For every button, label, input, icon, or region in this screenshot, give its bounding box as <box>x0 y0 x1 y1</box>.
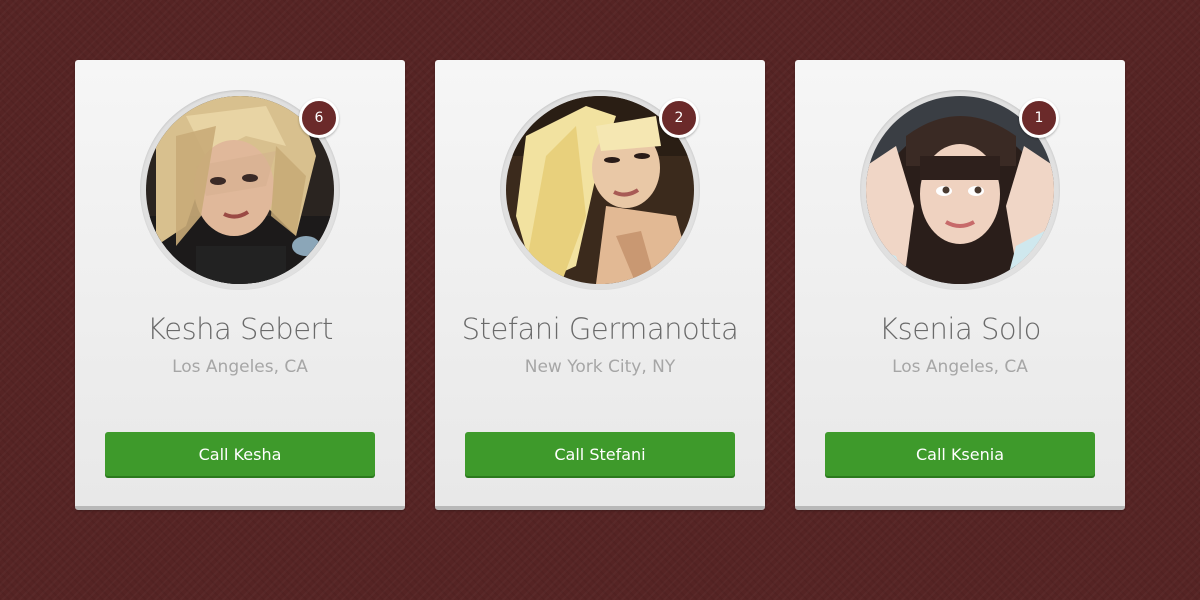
contact-name: Stefani Germanotta <box>461 312 739 346</box>
contact-location: Los Angeles, CA <box>172 357 308 377</box>
notification-badge: 6 <box>299 98 339 138</box>
call-stefani-button[interactable]: Call Stefani <box>465 432 735 476</box>
contact-name: Kesha Sebert <box>147 312 333 346</box>
contact-location: Los Angeles, CA <box>892 357 1028 377</box>
call-kesha-button[interactable]: Call Kesha <box>105 432 375 476</box>
notification-badge: 1 <box>1019 98 1059 138</box>
contact-name: Ksenia Solo <box>879 312 1041 346</box>
contact-card: 1 Ksenia Solo Los Angeles, CA Call Kseni… <box>795 60 1125 510</box>
contact-card: 2 Stefani Germanotta New York City, NY C… <box>435 60 765 510</box>
call-ksenia-button[interactable]: Call Ksenia <box>825 432 1095 476</box>
contact-cards: 6 Kesha Sebert Los Angeles, CA Call Kesh… <box>75 60 1125 510</box>
contact-card: 6 Kesha Sebert Los Angeles, CA Call Kesh… <box>75 60 405 510</box>
notification-badge: 2 <box>659 98 699 138</box>
contact-location: New York City, NY <box>524 357 676 377</box>
